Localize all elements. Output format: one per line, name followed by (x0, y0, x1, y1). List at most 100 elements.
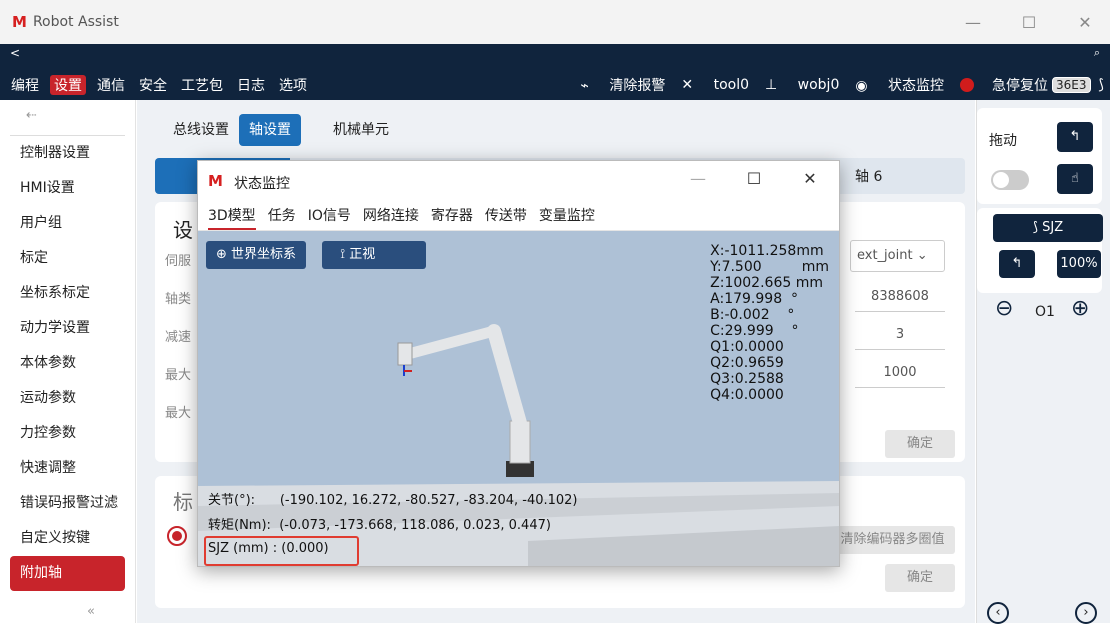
field-label: 减速 (165, 330, 192, 345)
3d-viewport[interactable]: ⊕ 世界坐标系 ⟟ 正视 X:-1011.258mm Y:7.500 mm Z:… (198, 231, 839, 566)
estop-button[interactable]: 急停复位 (960, 75, 1048, 95)
drag-toggle[interactable] (991, 170, 1029, 190)
robot-icon[interactable]: ⟆ (1099, 77, 1104, 93)
dialog-title: 状态监控 (234, 176, 290, 192)
menu-item-settings[interactable]: 设置 (50, 75, 86, 95)
dialog-maximize-button[interactable]: ☐ (736, 169, 772, 188)
sidebar-item-body[interactable]: 本体参数 (0, 346, 135, 381)
sidebar-item-force[interactable]: 力控参数 (0, 416, 135, 451)
field-label: 轴类 (165, 292, 192, 307)
dialog-minimize-button[interactable]: — (680, 169, 716, 188)
o1-label: O1 (1035, 304, 1055, 320)
menu-item-process[interactable]: 工艺包 (178, 75, 226, 95)
tab-axis[interactable]: 轴设置 (239, 114, 301, 146)
sidebar-item-calibration[interactable]: 标定 (0, 241, 135, 276)
coord-x: X:-1011.258mm (710, 243, 824, 259)
tab-io[interactable]: IO信号 (308, 201, 351, 230)
drag-robot-button[interactable]: ↰ (1057, 122, 1093, 152)
dialog-close-button[interactable]: ✕ (792, 169, 828, 188)
card-heading: 设 (173, 218, 193, 242)
coord-q3: Q3:0.2588 (710, 371, 784, 387)
prev-icon[interactable]: ‹ (987, 602, 1009, 624)
tab-variables[interactable]: 变量监控 (539, 201, 595, 230)
drag-card: 拖动 ↰ ☝ (977, 108, 1102, 204)
radio-button[interactable] (167, 526, 187, 546)
sidebar-item-hmi[interactable]: HMI设置 (0, 171, 135, 206)
front-view-button[interactable]: ⟟ 正视 (322, 241, 426, 269)
tab-bus[interactable]: 总线设置 (163, 114, 239, 146)
pose-readout: X:-1011.258mm Y:7.500 mm Z:1002.665 mm A… (710, 243, 829, 403)
dialog-header: M 状态监控 — ☐ ✕ (198, 161, 839, 201)
speed-percent[interactable]: 100% (1057, 250, 1101, 278)
minimize-button[interactable]: — (948, 0, 998, 44)
sidebar-item-motion[interactable]: 运动参数 (0, 381, 135, 416)
menu-item-options[interactable]: 选项 (276, 75, 310, 95)
world-frame-button[interactable]: ⊕ 世界坐标系 (206, 241, 307, 269)
search-icon[interactable]: ⌕ (1094, 46, 1100, 60)
sidebar-item-frame-calib[interactable]: 坐标系标定 (0, 276, 135, 311)
highlight-box (204, 536, 359, 566)
hand-icon[interactable]: ☝ (1057, 164, 1093, 194)
field-value[interactable]: 1000 (855, 358, 945, 388)
scroll-more-icon[interactable]: « (87, 604, 95, 619)
back-icon[interactable]: < (10, 46, 20, 60)
field-value[interactable]: 3 (855, 320, 945, 350)
sidebar-item-errfilter[interactable]: 错误码报警过滤 (0, 486, 135, 521)
status-monitor-dialog: M 状态监控 — ☐ ✕ 3D模型 任务 IO信号 网络连接 寄存器 传送带 变… (197, 160, 840, 567)
joint-readout: 关节(°): (-190.102, 16.272, -80.527, -83.2… (208, 489, 578, 508)
sidebar: ⇠ 控制器设置 HMI设置 用户组 标定 坐标系标定 动力学设置 本体参数 运动… (0, 100, 136, 623)
sidebar-item-controller[interactable]: 控制器设置 (0, 136, 135, 171)
monitor-label: 状态监控 (888, 78, 945, 94)
menu-item-safety[interactable]: 安全 (136, 75, 170, 95)
wobj-button[interactable]: ⊥ wobj0 (765, 77, 839, 93)
confirm-button[interactable]: 确定 (885, 430, 955, 458)
menu-item-program[interactable]: 编程 (8, 75, 42, 95)
tab-network[interactable]: 网络连接 (363, 201, 419, 230)
front-view-label: 正视 (349, 247, 376, 262)
field-value[interactable]: 8388608 (855, 282, 945, 312)
code-badge: 36E3 (1052, 77, 1091, 93)
menu-item-comm[interactable]: 通信 (94, 75, 128, 95)
field-label: 伺服 (165, 254, 192, 269)
tool-button[interactable]: ✕ tool0 (681, 77, 749, 93)
right-panel: 拖动 ↰ ☝ ⟆ SJZ ↰ 100% ⊖ O1 ⊕ ‹ › (976, 100, 1110, 624)
sidebar-item-dynamics[interactable]: 动力学设置 (0, 311, 135, 346)
axis-tab-6[interactable]: 轴 6 (855, 166, 882, 186)
sidebar-item-quick[interactable]: 快速调整 (0, 451, 135, 486)
sjz-label: SJZ (1042, 220, 1064, 235)
menu-item-log[interactable]: 日志 (234, 75, 268, 95)
torque-values: (-0.073, -173.668, 118.086, 0.023, 0.447… (279, 518, 551, 533)
coord-q1: Q1:0.0000 (710, 339, 784, 355)
sidebar-item-usergroup[interactable]: 用户组 (0, 206, 135, 241)
robot-pose-button[interactable]: ↰ (999, 250, 1035, 278)
tool-label: tool0 (713, 77, 749, 93)
coord-y: Y:7.500 mm (710, 259, 829, 275)
card-heading-2: 标 (173, 490, 193, 514)
clear-encoder-button[interactable]: 清除编码器多圈值 (830, 526, 955, 554)
tab-3d-model[interactable]: 3D模型 (208, 201, 256, 230)
tab-register[interactable]: 寄存器 (431, 201, 473, 230)
app-logo-icon: M (12, 13, 27, 31)
minus-icon[interactable]: ⊖ (995, 296, 1013, 321)
confirm-button-2[interactable]: 确定 (885, 564, 955, 592)
next-icon[interactable]: › (1075, 602, 1097, 624)
joint-label: 关节(°): (208, 493, 256, 508)
tab-task[interactable]: 任务 (268, 201, 296, 230)
main-menu-bar: < ⌕ 编程 设置 通信 安全 工艺包 日志 选项 ⌁ 清除报警 ✕ tool0… (0, 44, 1110, 100)
sidebar-item-customkey[interactable]: 自定义按键 (0, 521, 135, 556)
coord-a: A:179.998 ° (710, 291, 799, 307)
tab-mech[interactable]: 机械单元 (323, 114, 399, 146)
select-axis-type[interactable]: ext_joint ⌄ (850, 240, 945, 272)
coord-b: B:-0.002 ° (710, 307, 795, 323)
field-label: 最大 (165, 406, 192, 421)
app-title: Robot Assist (32, 14, 119, 30)
plus-icon[interactable]: ⊕ (1071, 296, 1089, 321)
monitor-button[interactable]: ◉ 状态监控 (855, 75, 944, 95)
close-button[interactable]: ✕ (1060, 0, 1110, 44)
tab-conveyor[interactable]: 传送带 (485, 201, 527, 230)
collapse-icon[interactable]: ⇠ (10, 100, 125, 136)
sidebar-item-extaxis[interactable]: 附加轴 (10, 556, 125, 591)
clear-alarm-button[interactable]: ⌁ 清除报警 (581, 75, 666, 95)
sjz-button[interactable]: ⟆ SJZ (993, 214, 1103, 242)
maximize-button[interactable]: ☐ (1004, 0, 1054, 44)
